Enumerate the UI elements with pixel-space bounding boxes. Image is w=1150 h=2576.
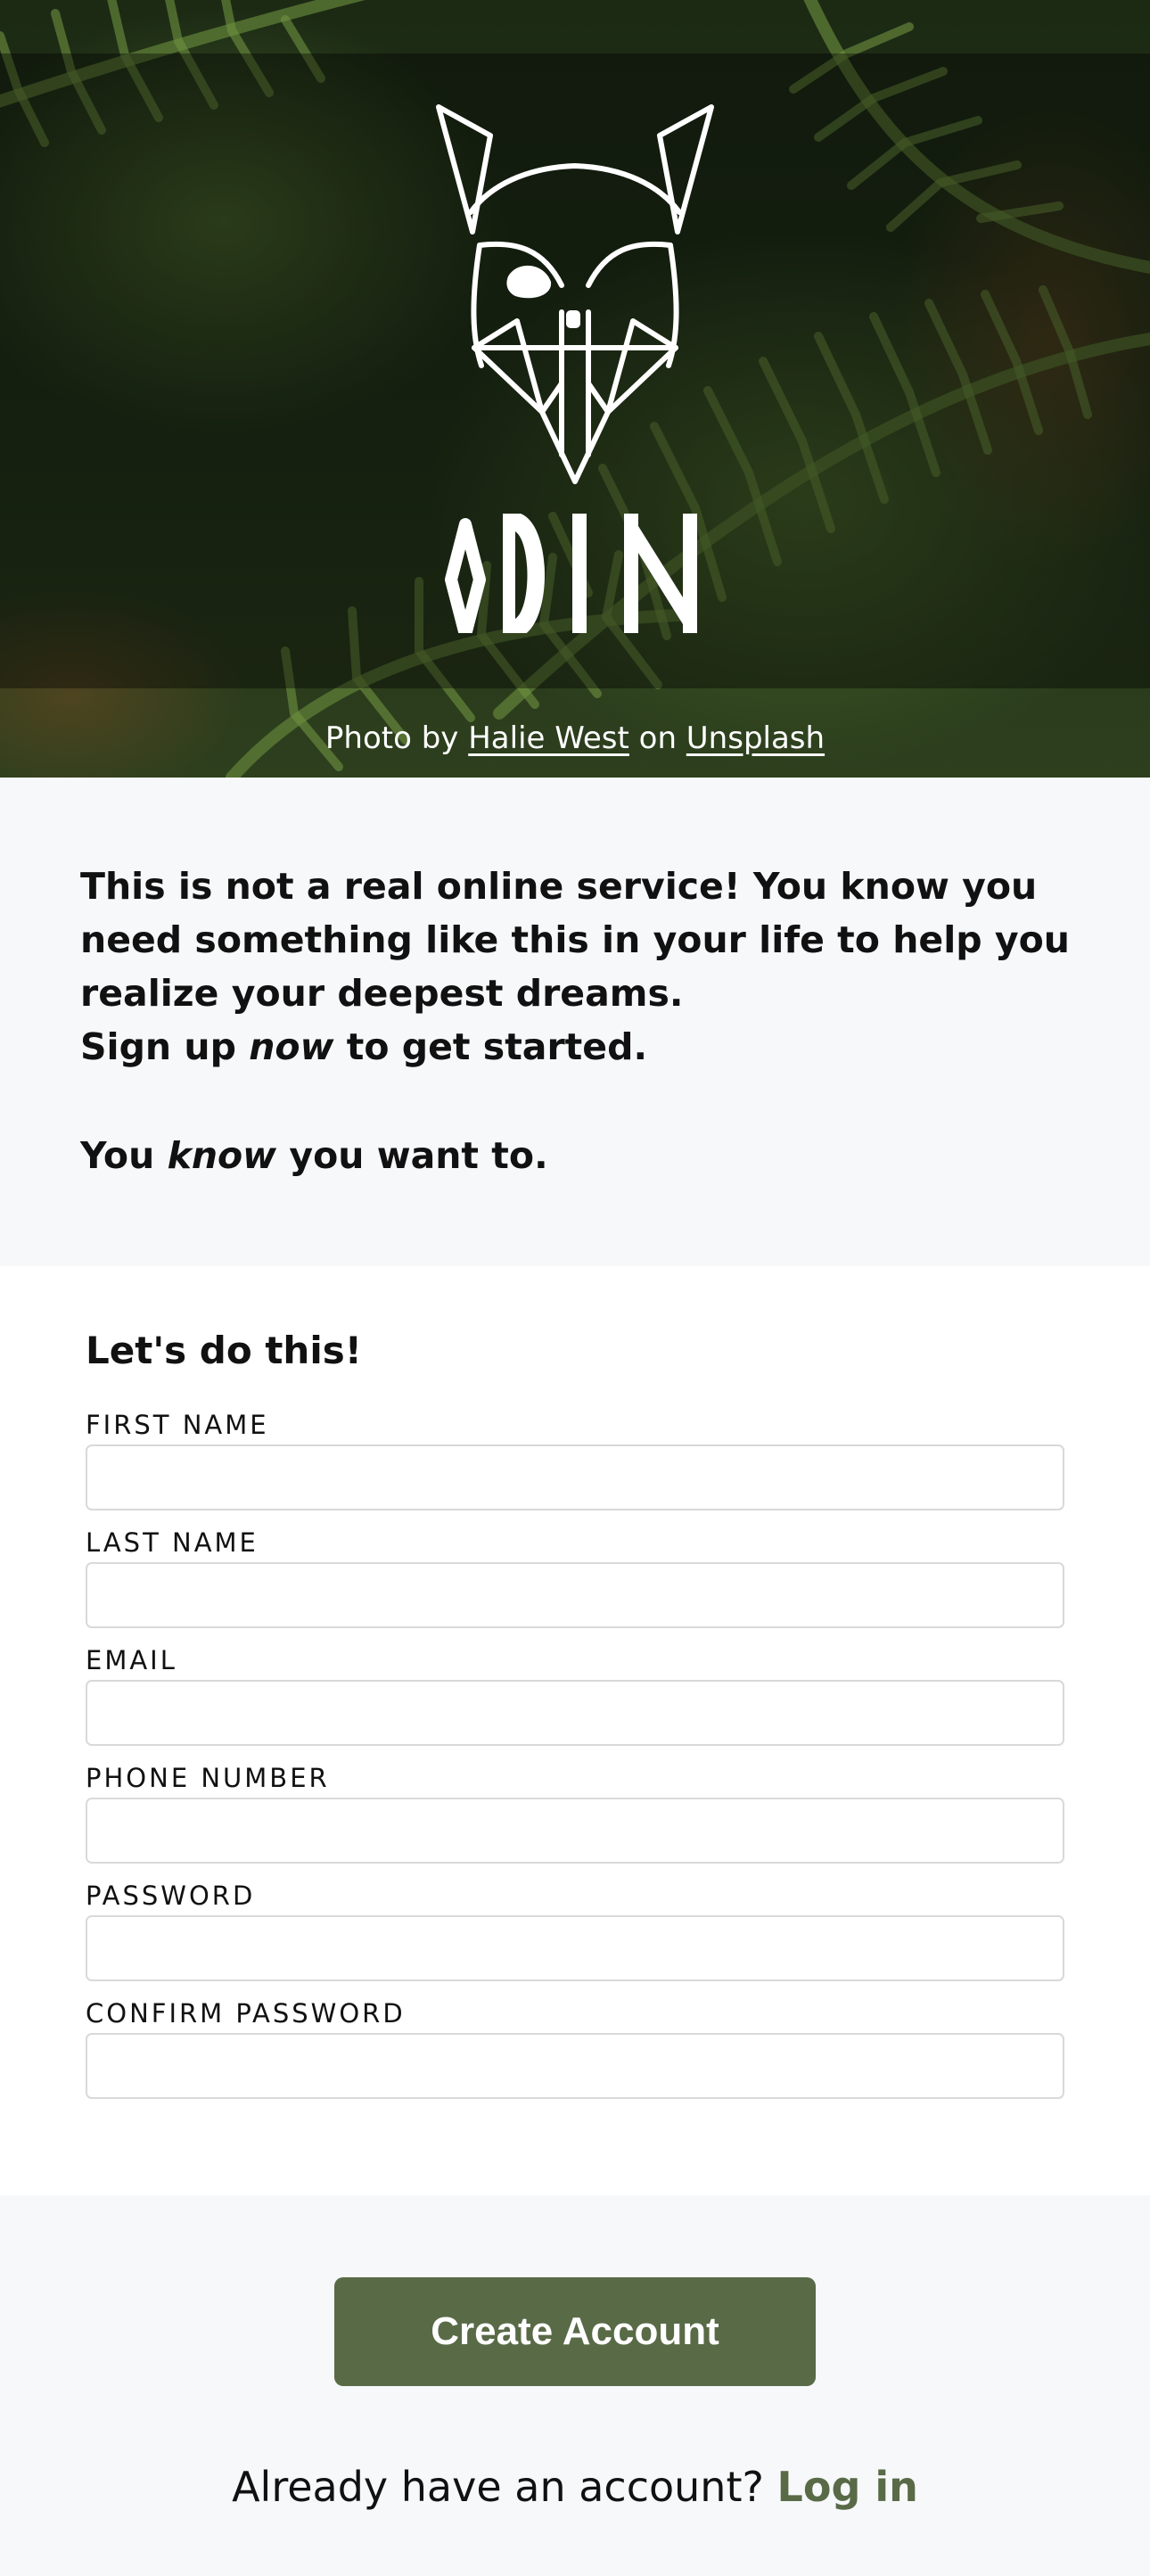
phone-label: PHONE NUMBER: [86, 1763, 330, 1793]
actions-section: Create Account Already have an account? …: [0, 2195, 1150, 2576]
intro-line-3: You know you want to.: [80, 1129, 1079, 1182]
email-label: EMAIL: [86, 1645, 177, 1675]
intro-section: This is not a real online service! You k…: [0, 778, 1150, 1266]
intro-text: This is not a real online service! You k…: [80, 860, 1079, 1182]
intro-line-3-em: know: [167, 1134, 277, 1177]
hero-section: Photo by Halie West on Unsplash: [0, 0, 1150, 778]
password-group: PASSWORD: [86, 1880, 1064, 1981]
odin-logo: [436, 104, 714, 633]
email-group: EMAIL: [86, 1644, 1064, 1746]
form-heading: Let's do this!: [86, 1329, 362, 1372]
first-name-group: FIRST NAME: [86, 1409, 1064, 1510]
intro-line-3-before: You: [80, 1134, 168, 1177]
credit-source-link[interactable]: Unsplash: [686, 720, 825, 756]
login-prompt-text: Already have an account?: [232, 2463, 777, 2511]
intro-line-2: Sign up now to get started.: [80, 1020, 1079, 1074]
email-input[interactable]: [86, 1680, 1064, 1746]
last-name-group: LAST NAME: [86, 1527, 1064, 1628]
intro-line-2-after: to get started.: [333, 1025, 648, 1068]
password-input[interactable]: [86, 1915, 1064, 1981]
first-name-input[interactable]: [86, 1444, 1064, 1510]
intro-line-2-before: Sign up: [80, 1025, 250, 1068]
credit-middle: on: [628, 720, 686, 756]
login-link[interactable]: Log in: [777, 2463, 918, 2511]
password-label: PASSWORD: [86, 1881, 256, 1911]
confirm-password-input[interactable]: [86, 2033, 1064, 2099]
first-name-label: FIRST NAME: [86, 1410, 269, 1440]
credit-author-link[interactable]: Halie West: [468, 720, 629, 756]
intro-line-2-em: now: [249, 1025, 334, 1068]
confirm-password-group: CONFIRM PASSWORD: [86, 1997, 1064, 2099]
intro-line-3-after: you want to.: [276, 1134, 548, 1177]
phone-group: PHONE NUMBER: [86, 1762, 1064, 1864]
signup-form: Let's do this! FIRST NAME LAST NAME EMAI…: [0, 1266, 1150, 2195]
phone-input[interactable]: [86, 1798, 1064, 1864]
last-name-input[interactable]: [86, 1562, 1064, 1628]
last-name-label: LAST NAME: [86, 1527, 259, 1558]
confirm-password-label: CONFIRM PASSWORD: [86, 1998, 406, 2029]
create-account-button[interactable]: Create Account: [334, 2277, 816, 2386]
credit-prefix: Photo by: [324, 720, 469, 756]
intro-spacer: [80, 1074, 1079, 1129]
intro-line-1: This is not a real online service! You k…: [80, 865, 1070, 1015]
photo-credit: Photo by Halie West on Unsplash: [0, 720, 1150, 756]
login-prompt: Already have an account? Log in: [0, 2463, 1150, 2511]
